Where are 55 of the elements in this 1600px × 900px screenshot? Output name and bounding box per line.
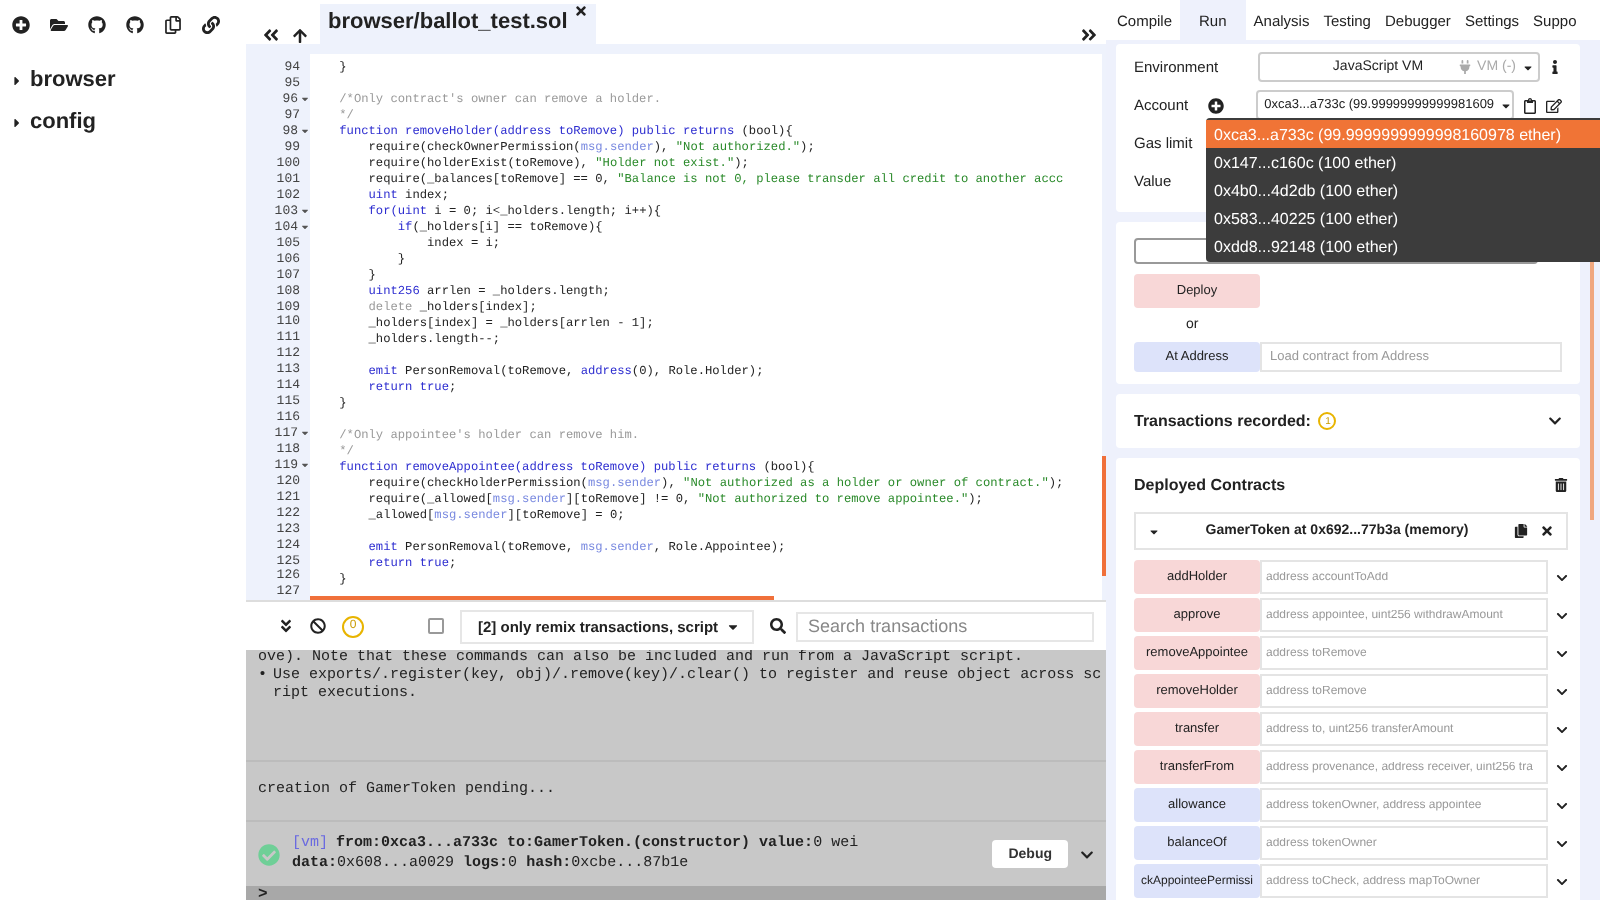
terminal-prompt[interactable]: > — [246, 886, 1106, 900]
caret-icon — [1500, 99, 1512, 111]
section-title: Deployed Contracts — [1134, 476, 1286, 494]
trash-icon[interactable] — [1554, 478, 1568, 492]
chevron-down-icon[interactable] — [1548, 414, 1562, 428]
caret-icon — [1522, 61, 1534, 73]
dropdown-option[interactable]: 0xdd8...92148 (100 ether) — [1206, 232, 1600, 260]
chevron-down-icon[interactable] — [1556, 837, 1568, 849]
chevron-down-icon[interactable] — [1556, 685, 1568, 697]
tree-item[interactable]: config — [30, 110, 96, 134]
github-icon[interactable] — [126, 16, 144, 34]
caret-icon[interactable] — [1148, 525, 1160, 537]
chevron-down-icon[interactable] — [1556, 799, 1568, 811]
tree-item[interactable]: browser — [30, 68, 116, 92]
chevron-down-icon[interactable] — [1556, 571, 1568, 583]
caret-icon[interactable] — [10, 115, 24, 129]
chevron-down-icon[interactable] — [1556, 875, 1568, 887]
fold-caret-icon[interactable] — [300, 221, 310, 232]
fold-caret-icon[interactable] — [300, 126, 310, 137]
caret-icon — [726, 619, 741, 633]
github-icon[interactable] — [88, 16, 106, 34]
copy-icon[interactable] — [1514, 524, 1528, 538]
search-icon[interactable] — [770, 618, 787, 634]
checkbox[interactable] — [428, 618, 444, 634]
close-icon[interactable] — [1540, 524, 1554, 538]
chevron-down-icon[interactable] — [1556, 761, 1568, 773]
chevron-down-icon[interactable] — [1080, 847, 1094, 861]
dropdown-option[interactable]: 0x147...c160c (100 ether) — [1206, 148, 1600, 176]
fold-caret-icon[interactable] — [300, 205, 310, 216]
folder-icon[interactable] — [50, 16, 68, 34]
clipboard-icon[interactable] — [1522, 97, 1538, 113]
arrow-up-icon[interactable] — [292, 28, 308, 44]
search-field[interactable]: Search transactions — [796, 611, 1094, 641]
fold-caret-icon[interactable] — [300, 459, 310, 470]
fold-caret-icon[interactable] — [300, 428, 310, 439]
link-icon[interactable] — [202, 16, 220, 34]
dropdown-option[interactable]: 0x4b0...4d2db (100 ether) — [1206, 176, 1600, 204]
edit-icon[interactable] — [1546, 97, 1562, 113]
double-chevron-left-icon[interactable] — [262, 26, 280, 44]
code-area[interactable] — [310, 54, 1102, 600]
ban-icon[interactable] — [310, 618, 326, 634]
double-chevron-right-icon[interactable] — [1080, 26, 1098, 44]
section-title: Transactions recorded: — [1134, 412, 1311, 430]
chevron-down-icon[interactable] — [1556, 723, 1568, 735]
copy-icon[interactable] — [164, 16, 182, 34]
close-icon[interactable] — [573, 4, 588, 18]
plug-icon — [1457, 60, 1472, 74]
fold-caret-icon[interactable] — [300, 94, 310, 105]
chevron-down-icon[interactable] — [1556, 609, 1568, 621]
info-icon — [1548, 60, 1562, 74]
file-tab[interactable]: browser/ballot_test.sol — [320, 4, 596, 44]
caret-icon[interactable] — [10, 73, 24, 87]
double-chevron-down-icon[interactable] — [278, 618, 294, 634]
chevron-down-icon[interactable] — [1556, 647, 1568, 659]
dropdown-option[interactable]: 0x583...40225 (100 ether) — [1206, 204, 1600, 232]
